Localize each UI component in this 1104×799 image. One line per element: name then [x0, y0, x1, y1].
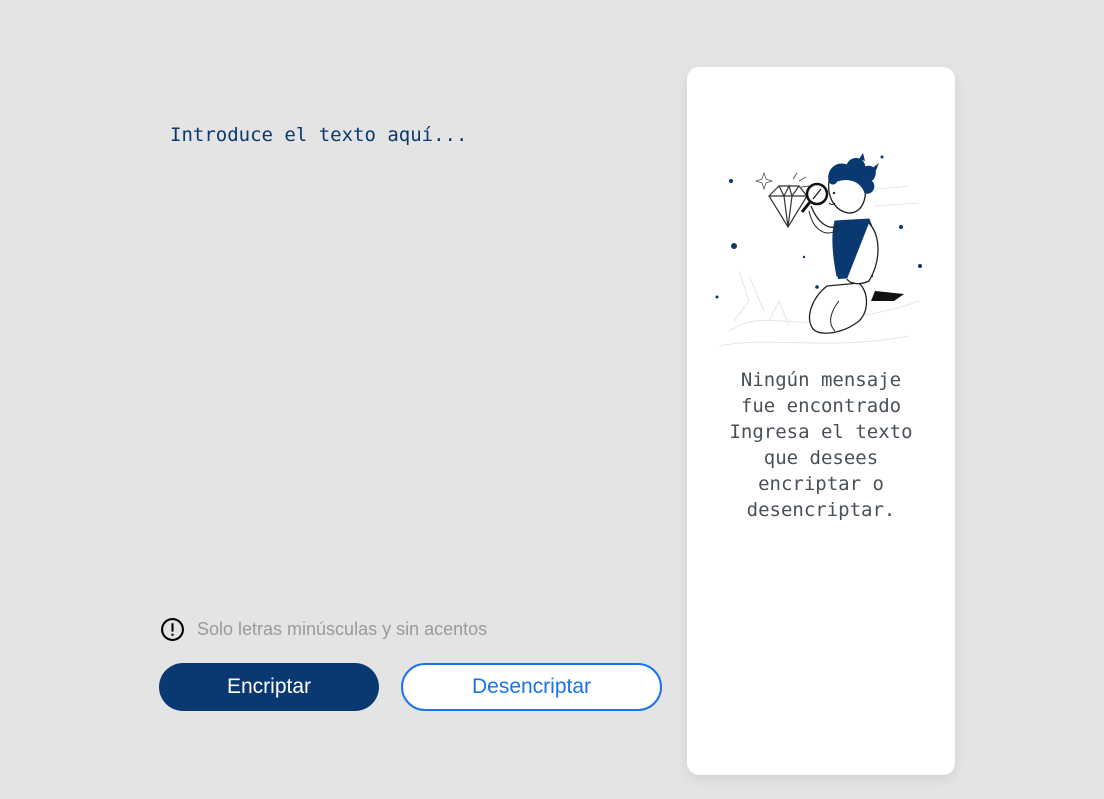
encryptor-page: Solo letras minúsculas y sin acentos Enc…: [0, 0, 1104, 799]
decrypt-button[interactable]: Desencriptar: [401, 663, 662, 711]
text-input[interactable]: [158, 110, 658, 590]
no-message-text: Ningún mensaje fue encontrado Ingresa el…: [707, 367, 935, 523]
hint-row: Solo letras minúsculas y sin acentos: [160, 617, 487, 642]
encrypt-button[interactable]: Encriptar: [159, 663, 379, 711]
hint-text: Solo letras minúsculas y sin acentos: [197, 619, 488, 639]
output-panel: Ningún mensaje fue encontrado Ingresa el…: [687, 67, 955, 775]
message-line: Ingresa el texto: [729, 421, 913, 443]
message-line: fue encontrado: [740, 395, 902, 417]
message-line: Ningún mensaje: [740, 369, 902, 391]
person-magnifier-illustration: [715, 153, 922, 347]
exclamation-circle-icon: [161, 618, 184, 641]
message-line: encriptar o: [758, 473, 884, 495]
message-line: desencriptar.: [746, 499, 896, 521]
message-line: que desees: [763, 447, 879, 469]
